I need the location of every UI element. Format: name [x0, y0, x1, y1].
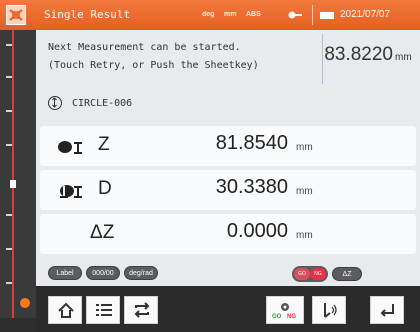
home-icon — [58, 302, 74, 318]
measurement-name: D — [98, 178, 112, 199]
unit-deg-indicator: deg — [202, 11, 215, 18]
title-divider — [312, 5, 313, 25]
message-area: Next Measurement can be started. (Touch … — [40, 34, 318, 84]
go-ng-settings-button[interactable]: GO NG — [266, 296, 304, 324]
date-display: 2021/07/07 — [340, 9, 391, 20]
feature-label: CIRCLE-006 — [72, 98, 133, 109]
scale-tick — [6, 248, 12, 250]
title-bar: Single Result deg mm ABS 2021/07/07 — [0, 0, 420, 30]
delta-toggle[interactable]: ΔZ — [332, 267, 362, 281]
repeat-icon — [134, 302, 150, 318]
go-text: GO — [272, 314, 282, 320]
z-axis-icon — [58, 141, 82, 154]
abs-indicator: ABS — [246, 11, 261, 18]
unit-mm-indicator: mm — [224, 11, 237, 18]
measurement-row-delta-z[interactable]: ΔZ 0.0000 mm — [40, 214, 416, 254]
result-value: 83.8220 mm — [318, 44, 418, 66]
scale-marker — [10, 180, 16, 188]
result-number: 83.8220 — [324, 44, 393, 65]
measurement-unit: mm — [296, 186, 313, 197]
repeat-button[interactable] — [124, 296, 158, 324]
back-button[interactable] — [370, 296, 404, 324]
message-line-1: Next Measurement can be started. — [48, 42, 241, 53]
ng-text: NG — [287, 314, 296, 320]
left-scale — [0, 30, 36, 318]
go-ng-toggle[interactable]: GO NG — [292, 266, 328, 282]
measurement-unit: mm — [296, 230, 313, 241]
measurement-row-z[interactable]: Z 81.8540 mm — [40, 126, 416, 166]
scale-tick — [6, 144, 12, 146]
label-toggle[interactable]: Label — [48, 266, 82, 280]
back-icon — [380, 304, 394, 317]
scale-tick — [6, 44, 12, 46]
measurement-value: 30.3380 — [215, 176, 288, 198]
app-icon[interactable] — [6, 5, 26, 25]
probe-button[interactable] — [312, 296, 346, 324]
probe-icon — [324, 303, 337, 318]
list-icon — [96, 304, 112, 316]
counter-toggle[interactable]: 000/00 — [86, 266, 120, 280]
measurement-value: 81.8540 — [215, 132, 288, 154]
measurement-value: 0.0000 — [226, 220, 288, 242]
circle-feature-icon — [48, 96, 62, 110]
bottom-toolbar: GO NG — [36, 286, 420, 332]
measurement-row-d[interactable]: D 30.3380 mm — [40, 170, 416, 210]
measurement-unit: mm — [296, 142, 313, 153]
go-label: GO — [294, 268, 310, 280]
scale-line — [12, 30, 14, 318]
angle-unit-toggle[interactable]: deg/rad — [124, 266, 158, 280]
scale-tick — [6, 76, 12, 78]
list-button[interactable] — [86, 296, 120, 324]
battery-icon — [320, 12, 334, 19]
ng-label: NG — [310, 268, 326, 280]
diameter-icon — [60, 185, 82, 198]
scale-tick — [6, 110, 12, 112]
scale-tick — [6, 214, 12, 216]
result-panel: Next Measurement can be started. (Touch … — [36, 30, 420, 286]
key-icon — [288, 11, 302, 19]
measurement-name: ΔZ — [90, 222, 115, 243]
scale-tick — [6, 282, 12, 284]
result-unit: mm — [395, 52, 412, 63]
home-button[interactable] — [48, 296, 82, 324]
measurement-name: Z — [98, 134, 110, 155]
message-line-2: (Touch Retry, or Push the Sheetkey) — [48, 60, 259, 71]
window-title: Single Result — [44, 8, 131, 21]
scale-position-indicator — [20, 298, 30, 308]
